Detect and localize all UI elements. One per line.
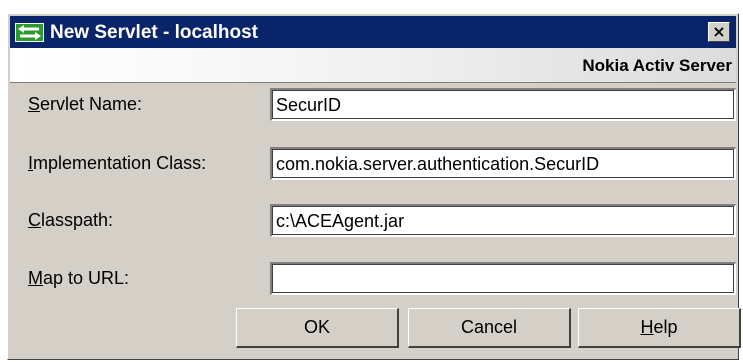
help-button-label: Help bbox=[640, 317, 678, 337]
banner-text: Nokia Activ Server bbox=[582, 56, 732, 75]
implementation-class-label: Implementation Class: bbox=[28, 153, 207, 173]
classpath-input[interactable] bbox=[270, 204, 736, 237]
close-icon: × bbox=[712, 22, 726, 41]
map-to-url-label: Map to URL: bbox=[28, 268, 130, 288]
cancel-button-label: Cancel bbox=[460, 317, 518, 337]
cancel-button[interactable]: Cancel bbox=[408, 308, 571, 348]
product-banner: Nokia Activ Server bbox=[10, 48, 736, 83]
title-bar[interactable]: New Servlet - localhost × bbox=[10, 16, 736, 48]
help-button[interactable]: Help bbox=[578, 308, 741, 348]
ok-button[interactable]: OK bbox=[236, 308, 399, 348]
classpath-label: Classpath: bbox=[28, 210, 114, 230]
green-double-arrow-icon bbox=[15, 23, 44, 42]
new-servlet-dialog: New Servlet - localhost × Nokia Activ Se… bbox=[7, 13, 741, 360]
implementation-class-input[interactable] bbox=[270, 147, 736, 180]
map-to-url-input[interactable] bbox=[270, 262, 736, 295]
servlet-name-label: Servlet Name: bbox=[28, 94, 143, 114]
window-title: New Servlet - localhost bbox=[50, 22, 259, 43]
servlet-name-input[interactable] bbox=[270, 88, 736, 121]
close-button[interactable]: × bbox=[708, 22, 730, 42]
ok-button-label: OK bbox=[303, 317, 330, 337]
